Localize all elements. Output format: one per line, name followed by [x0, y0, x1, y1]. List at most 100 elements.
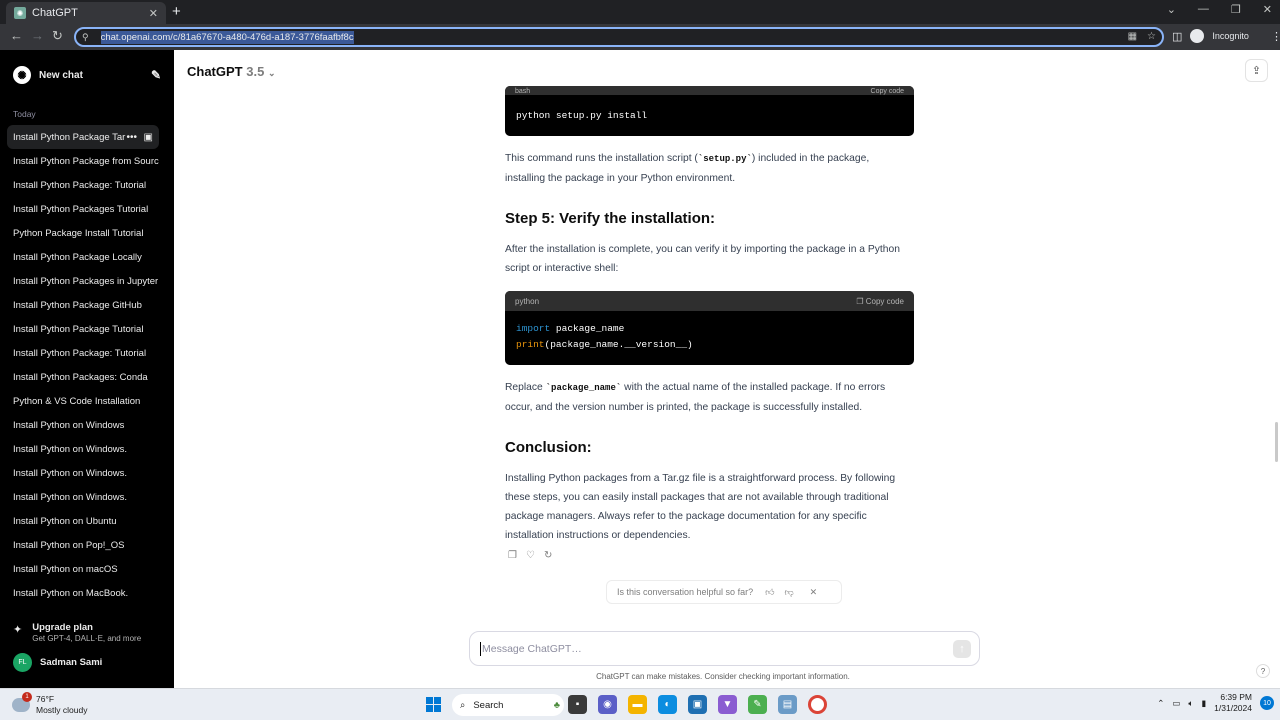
photos-app-icon[interactable]: ▤ [778, 695, 797, 714]
code-header: python ❐ Copy code [505, 291, 914, 311]
store-icon[interactable]: ▣ [688, 695, 707, 714]
thumbs-down-icon[interactable]: 👎︎ [784, 587, 793, 598]
conversation-item[interactable]: Install Python Packages Tutorial [7, 197, 159, 221]
message-placeholder: Message ChatGPT… [482, 642, 582, 655]
conversation-item[interactable]: Install Python Packages in Jupyter [7, 269, 159, 293]
weather-widget[interactable]: 1 76°F Mostly cloudy [12, 692, 88, 716]
message-actions: ❐ ♡ ↻ [508, 550, 552, 561]
forward-icon[interactable]: → [31, 28, 44, 43]
conversation-item[interactable]: Install Python on Windows. [7, 461, 159, 485]
model-selector[interactable]: ChatGPT 3.5 ⌄ [187, 64, 276, 79]
side-panel-icon[interactable]: ◫ [1172, 30, 1182, 43]
tab-close-icon[interactable]: ✕ [149, 7, 158, 20]
address-bar[interactable]: ⚲ chat.openai.com/c/81a67670-a480-476d-a… [74, 27, 1164, 47]
share-button[interactable]: ⇪ [1245, 59, 1268, 82]
weather-condition: Mostly cloudy [36, 705, 88, 715]
tab-search-icon[interactable]: ⌄ [1167, 3, 1176, 16]
archive-icon[interactable]: ▣ [144, 132, 153, 143]
site-info-icon[interactable]: ⚲ [82, 32, 89, 43]
search-icon: ⌕ [460, 699, 466, 711]
conversation-item[interactable]: Install Python Package: Tutorial [7, 341, 159, 365]
conversation-item[interactable]: Python Package Install Tutorial [7, 221, 159, 245]
code-content: import package_name print(package_name._… [505, 311, 914, 363]
conversation-item[interactable]: Install Python Package from Source [7, 149, 159, 173]
feedback-prompt: Is this conversation helpful so far? 👍︎ … [606, 580, 842, 604]
chat-app-icon[interactable]: ◉ [598, 695, 617, 714]
reload-icon[interactable]: ↻ [52, 28, 63, 44]
send-button[interactable]: ↑ [953, 640, 971, 658]
conversation-item[interactable]: Install Python Package Tar ••• ▣ [7, 125, 159, 149]
menu-kebab-icon[interactable]: ⋮ [1271, 30, 1280, 43]
thumbs-down-icon[interactable]: ♡ [526, 550, 535, 561]
model-name: ChatGPT [187, 64, 243, 79]
volume-icon[interactable]: 🔈︎ [1188, 698, 1193, 709]
code-language: python [515, 296, 540, 306]
new-tab-button[interactable]: + [172, 3, 181, 20]
upgrade-plan-button[interactable]: ✦ Upgrade plan Get GPT-4, DALL·E, and mo… [13, 622, 141, 643]
conversation-item[interactable]: Install Python on Pop!_OS [7, 533, 159, 557]
conversation-title: Python & VS Code Installation [13, 395, 141, 407]
conversation-item[interactable]: Install Python Package: Tutorial [7, 173, 159, 197]
vpn-app-icon[interactable]: ▼ [718, 695, 737, 714]
incognito-label[interactable]: Incognito [1212, 31, 1249, 41]
conversation-title: Install Python Packages: Conda [13, 371, 148, 383]
file-explorer-icon[interactable]: ▬ [628, 695, 647, 714]
windows-start-icon[interactable] [426, 697, 441, 712]
copy-icon[interactable]: ❐ [508, 550, 517, 561]
thumbs-up-icon[interactable]: 👍︎ [765, 587, 774, 598]
code-function: print [516, 339, 545, 350]
code-block-bash: bash Copy code python setup.py install [505, 86, 914, 136]
notification-badge[interactable]: 10 [1260, 696, 1274, 710]
notepad-app-icon[interactable]: ✎ [748, 695, 767, 714]
close-icon[interactable]: ✕ [810, 587, 818, 598]
conversation-item[interactable]: Install Python Package Locally [7, 245, 159, 269]
task-view-icon[interactable]: ▪ [568, 695, 587, 714]
conversation-item[interactable]: Install Python Package GitHub [7, 293, 159, 317]
conversation-item[interactable]: Install Python Packages: Conda [7, 365, 159, 389]
chrome-icon[interactable] [808, 695, 827, 714]
qr-code-icon[interactable]: ▦ [1128, 31, 1137, 42]
help-button[interactable]: ? [1256, 664, 1270, 678]
copy-code-button[interactable]: ❐ Copy code [856, 297, 904, 306]
conversation-item[interactable]: Install Python on Ubuntu [7, 509, 159, 533]
edge-icon[interactable]: ◐ [658, 695, 677, 714]
conversation-item[interactable]: Install Python on Windows [7, 413, 159, 437]
conversation-item[interactable]: Python & VS Code Installation [7, 389, 159, 413]
conversation-item[interactable]: Install Python on MacBook. [7, 581, 159, 605]
new-chat-row[interactable]: ✺ New chat ✎ [13, 66, 161, 84]
browser-tab-strip: ✺ ChatGPT ✕ + ⌄ — ❐ ✕ [0, 0, 1280, 24]
conversation-options-icon[interactable]: ••• [126, 132, 137, 143]
user-menu[interactable]: FL Sadman Sami [13, 653, 102, 672]
bookmark-star-icon[interactable]: ☆ [1147, 31, 1156, 42]
conversation-item[interactable]: Install Python Package Tutorial [7, 317, 159, 341]
conversation-title: Install Python Package Tutorial [13, 323, 144, 335]
browser-tab-chatgpt[interactable]: ✺ ChatGPT ✕ [6, 2, 166, 24]
clock-time: 6:39 PM [1220, 692, 1252, 702]
battery-icon[interactable]: ▮ [1201, 698, 1206, 709]
search-highlight-icon: ♣ [553, 699, 560, 711]
scrollbar-thumb[interactable] [1275, 422, 1278, 462]
conversation-item[interactable]: Install Python on Windows. [7, 437, 159, 461]
upgrade-subtitle: Get GPT-4, DALL·E, and more [32, 634, 142, 643]
new-chat-label[interactable]: New chat [39, 70, 83, 81]
text-span: Replace [505, 382, 546, 393]
url-text[interactable]: chat.openai.com/c/81a67670-a480-476d-a18… [100, 30, 354, 44]
message-input[interactable]: Message ChatGPT… ↑ [469, 631, 980, 666]
chevron-up-icon[interactable]: ⌃ [1157, 698, 1164, 709]
close-window-icon[interactable]: ✕ [1263, 3, 1272, 16]
conversation-item[interactable]: Install Python on Windows. [7, 485, 159, 509]
maximize-icon[interactable]: ❐ [1231, 3, 1241, 16]
clock[interactable]: 6:39 PM 1/31/2024 [1214, 692, 1252, 714]
taskbar-search[interactable]: ⌕ Search ♣ [452, 694, 564, 716]
new-chat-edit-icon[interactable]: ✎ [151, 68, 161, 82]
network-icon[interactable]: ▭ [1172, 698, 1180, 709]
copy-code-button[interactable]: Copy code [871, 88, 904, 95]
back-icon[interactable]: ← [10, 28, 23, 43]
sparkle-icon: ✦ [13, 624, 23, 636]
conversation-title: Install Python on Windows [13, 419, 125, 431]
regenerate-icon[interactable]: ↻ [544, 550, 552, 561]
minimize-icon[interactable]: — [1198, 3, 1209, 16]
conclusion-heading: Conclusion: [505, 439, 592, 456]
conversation-item[interactable]: Install Python on macOS [7, 557, 159, 581]
conversation-title: Install Python Packages Tutorial [13, 203, 149, 215]
